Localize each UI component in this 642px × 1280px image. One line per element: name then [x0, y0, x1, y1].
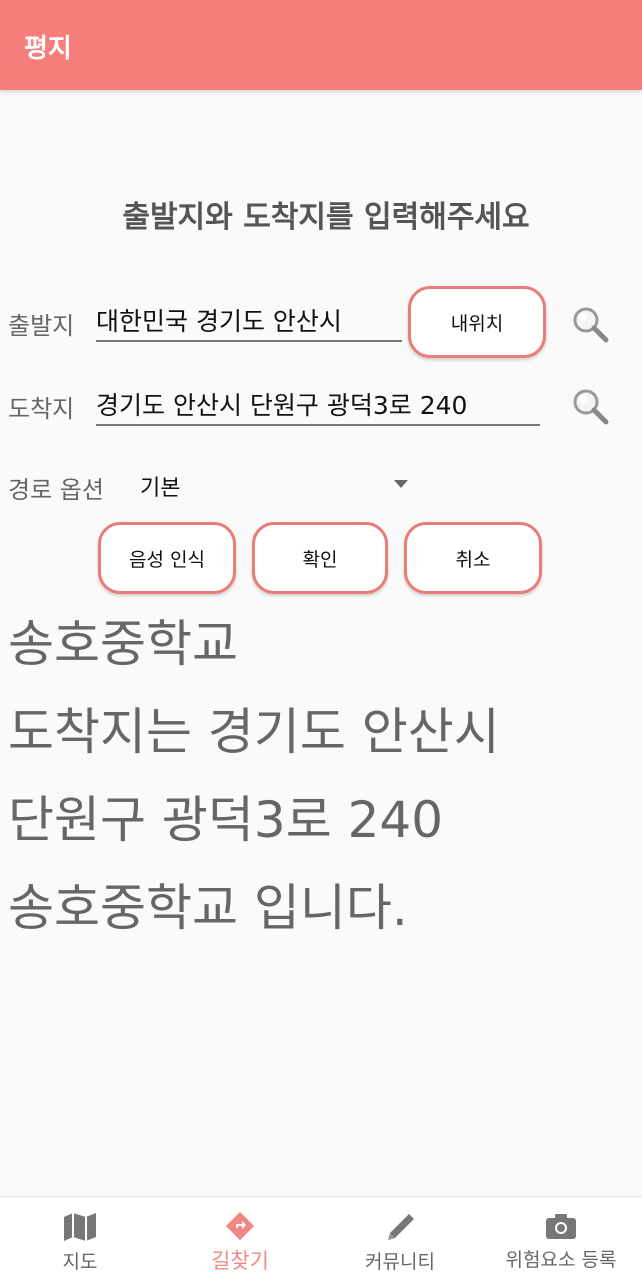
nav-label-directions: 길찾기 [211, 1249, 269, 1273]
map-icon [64, 1213, 96, 1241]
app-title: 평지 [24, 34, 72, 64]
nav-label-community: 커뮤니티 [365, 1251, 435, 1273]
pencil-icon [388, 1214, 414, 1240]
nav-label-hazard-register: 위험요소 등록 [505, 1249, 617, 1271]
voice-recognition-button[interactable]: 음성 인식 [98, 522, 236, 594]
confirm-button[interactable]: 확인 [252, 522, 388, 594]
destination-search-icon[interactable] [570, 386, 610, 426]
directions-icon [225, 1211, 255, 1241]
nav-item-hazard-register[interactable]: 위험요소 등록 [494, 1197, 628, 1280]
app-bar: 평지 [0, 0, 642, 90]
route-option-select[interactable]: 기본 [140, 470, 180, 502]
origin-search-icon[interactable] [570, 304, 610, 344]
result-text: 송호중학교 도착지는 경기도 안산시 단원구 광덕3로 240 송호중학교 입니… [8, 600, 638, 952]
origin-label: 출발지 [8, 312, 75, 340]
route-option-label: 경로 옵션 [8, 476, 104, 504]
result-line: 송호중학교 [8, 615, 238, 673]
my-location-button[interactable]: 내위치 [408, 286, 546, 358]
result-line: 단원구 광덕3로 240 [8, 791, 444, 849]
destination-input[interactable]: 경기도 안산시 단원구 광덕3로 240 [96, 382, 540, 426]
origin-input[interactable]: 대한민국 경기도 안산시 [96, 298, 402, 342]
result-line: 도착지는 경기도 안산시 [8, 703, 500, 761]
result-line: 송호중학교 입니다. [8, 879, 408, 937]
nav-label-map: 지도 [62, 1251, 98, 1273]
camera-icon [546, 1214, 576, 1239]
nav-item-map[interactable]: 지도 [40, 1197, 120, 1280]
dropdown-caret-icon[interactable] [394, 480, 408, 488]
cancel-button[interactable]: 취소 [404, 522, 542, 594]
nav-item-directions[interactable]: 길찾기 [190, 1197, 290, 1280]
bottom-navigation: 지도 길찾기 커뮤니티 위험요소 등록 [0, 1196, 642, 1280]
destination-label: 도착지 [8, 395, 75, 423]
page-heading: 출발지와 도착지를 입력해주세요 [122, 200, 530, 235]
nav-item-community[interactable]: 커뮤니티 [348, 1197, 452, 1280]
